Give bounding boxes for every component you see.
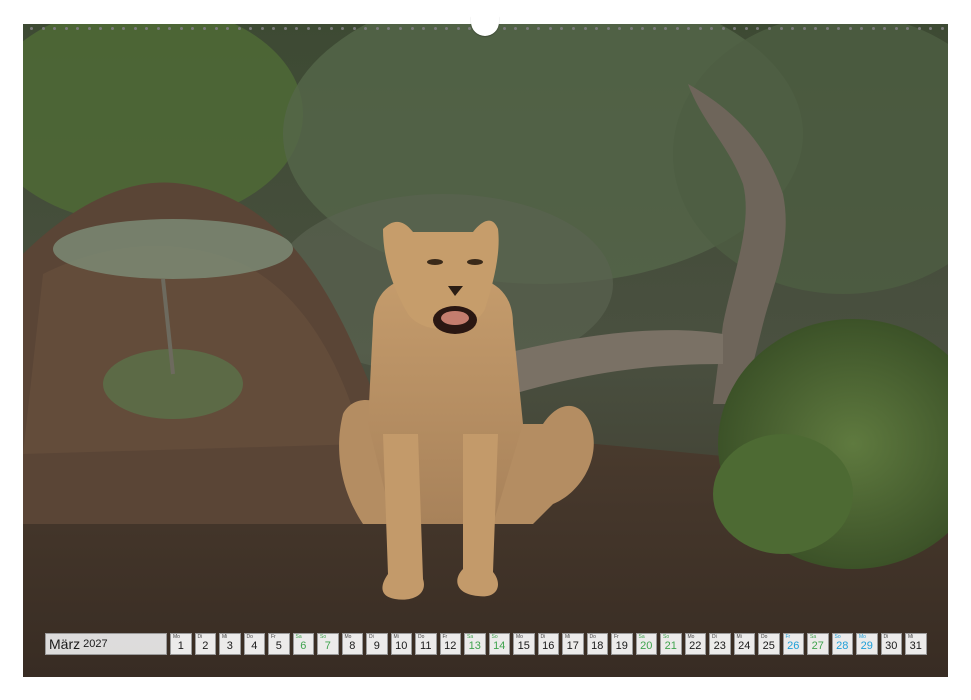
day-number: 20 [640,640,653,652]
day-cell: So 14 [488,633,510,655]
day-cell: Di 9 [366,633,388,655]
day-number: 2 [202,640,209,652]
day-number: 3 [226,640,233,652]
day-cell: Mo 29 [856,633,878,655]
day-cell: So 7 [317,633,339,655]
day-number: 30 [885,640,898,652]
day-number: 21 [664,640,677,652]
day-number: 29 [860,640,873,652]
day-cell: Do 4 [243,633,265,655]
day-cell: Sa 20 [635,633,657,655]
day-cell: Fr 5 [268,633,290,655]
day-number: 12 [444,640,457,652]
day-number: 5 [275,640,282,652]
day-cell: Fr 19 [611,633,633,655]
day-cell: Mi 10 [390,633,412,655]
day-number: 6 [300,640,307,652]
month-label-box: März 2027 [45,633,167,655]
day-number: 19 [615,640,628,652]
month-calendar-strip: März 2027 Mo 1 Di 2 Mi 3 Do 4 Fr 5 Sa 6 So 7 Mo 8 Di 9 Mi 1… [45,633,927,655]
day-number: 14 [493,640,506,652]
day-cell: Do 11 [415,633,437,655]
day-cell: Mi 31 [905,633,927,655]
day-cell: Di 16 [537,633,559,655]
year: 2027 [83,638,108,650]
day-cell: Mo 1 [170,633,192,655]
day-cell: Mo 15 [513,633,535,655]
day-cell: Mo 22 [684,633,706,655]
day-number: 16 [542,640,555,652]
day-number: 4 [251,640,258,652]
day-number: 24 [738,640,751,652]
day-cell: Do 18 [586,633,608,655]
day-number: 17 [566,640,579,652]
day-number: 27 [811,640,824,652]
day-number: 28 [836,640,849,652]
day-cell: Mi 17 [562,633,584,655]
day-number: 18 [591,640,604,652]
day-cell: Di 30 [880,633,902,655]
day-number: 11 [420,640,432,652]
day-number: 26 [787,640,800,652]
day-cell: Mi 24 [733,633,755,655]
month-name: März [49,636,81,652]
day-number: 22 [689,640,702,652]
calendar-page: März 2027 Mo 1 Di 2 Mi 3 Do 4 Fr 5 Sa 6 So 7 Mo 8 Di 9 Mi 1… [0,0,971,700]
day-number: 13 [468,640,481,652]
day-cell: Fr 26 [782,633,804,655]
day-number: 8 [349,640,356,652]
day-cell: Di 23 [709,633,731,655]
day-number: 9 [373,640,380,652]
day-number: 10 [395,640,408,652]
day-number: 7 [324,640,331,652]
day-cell: Mo 8 [341,633,363,655]
day-cell: So 21 [660,633,682,655]
day-number: 23 [713,640,726,652]
day-cell: Sa 13 [464,633,486,655]
photo-illustration [23,24,948,677]
day-cell: Di 2 [194,633,216,655]
day-cell: Sa 6 [292,633,314,655]
day-cell: Mi 3 [219,633,241,655]
day-cell: So 28 [831,633,853,655]
day-number: 1 [177,640,184,652]
lioness-photo [23,24,948,677]
day-number: 15 [517,640,530,652]
day-cell: Fr 12 [439,633,461,655]
day-number: 31 [909,640,922,652]
day-number: 25 [762,640,775,652]
day-cell: Sa 27 [807,633,829,655]
day-cell: Do 25 [758,633,780,655]
